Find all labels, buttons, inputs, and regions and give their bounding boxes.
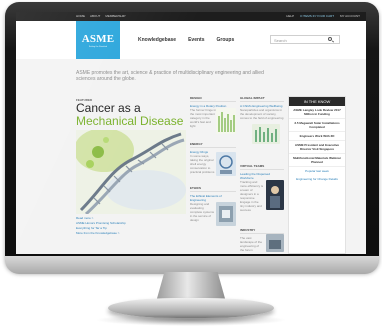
- feature-links: Read more > ASME Honors Promising Schola…: [76, 216, 186, 236]
- feature-more-link[interactable]: More from the Knowledgebase >: [76, 231, 186, 236]
- in-the-know-item[interactable]: 3.5 Megawatt Solar Installations Complet…: [289, 119, 345, 132]
- global-text: Nanoparticles and organisms in the devel…: [240, 108, 284, 120]
- monitor-mockup: Home About Membership Help 0 items in yo…: [0, 0, 382, 335]
- help-link[interactable]: Help: [286, 14, 294, 18]
- energy-text: In some ways, taking the original shell …: [190, 154, 215, 174]
- in-the-know-heading: In the Know: [289, 97, 345, 106]
- global-thumbnail[interactable]: [252, 124, 280, 144]
- feature-title-line2: Mechanical Disease: [76, 114, 184, 128]
- site-header: ASME Setting the Standard Knowledgebase …: [16, 21, 366, 59]
- ethics-heading: Ethics: [190, 186, 236, 192]
- popular-last-week-link[interactable]: Popular last week: [289, 167, 345, 175]
- dna-helix-illustration[interactable]: [76, 130, 186, 214]
- ethics-text: Designing and evaluating complete system…: [190, 202, 215, 222]
- design-text: The former hinge in the most important c…: [190, 108, 217, 128]
- top-links: Help 0 items in your cart My Account: [286, 14, 360, 18]
- column-global-impact: Global Impact A Child's Engineering Well…: [240, 96, 284, 120]
- nav-knowledgebase[interactable]: Knowledgebase: [138, 37, 176, 43]
- search-icon[interactable]: [328, 37, 332, 41]
- in-the-know-item[interactable]: Multifunctional Materials Webinar Planne…: [289, 154, 345, 167]
- cart-link[interactable]: 0 items in your cart: [300, 14, 334, 18]
- site-tagline: ASME promotes the art, science & practic…: [76, 70, 264, 82]
- virtual-link[interactable]: Leading the Dispersed Workforce: [240, 172, 284, 180]
- virtual-thumbnail[interactable]: [266, 180, 284, 210]
- energy-heading: Energy: [190, 142, 236, 148]
- logo-wordmark: ASME: [81, 32, 115, 45]
- in-the-know-item[interactable]: Engineers Work With 3D: [289, 132, 345, 141]
- top-nav-membership[interactable]: Membership: [105, 14, 125, 18]
- design-thumbnail[interactable]: [216, 108, 236, 134]
- virtual-text: Tracking and more efficiency is a team o…: [240, 180, 264, 212]
- website-screen: Home About Membership Help 0 items in yo…: [16, 12, 366, 254]
- global-heading: Global Impact: [240, 96, 284, 102]
- in-the-know-item[interactable]: ASME President and Executive Director Vi…: [289, 141, 345, 154]
- logo-subtitle: Setting the Standard: [88, 45, 108, 48]
- design-heading: Design: [190, 96, 236, 102]
- in-the-know-panel: In the Know ASME Langley Look Review 201…: [288, 96, 346, 254]
- popular-sub-link[interactable]: Engineering for Change Details: [289, 175, 345, 183]
- main-nav: Knowledgebase Events Groups: [138, 37, 234, 43]
- top-nav-home[interactable]: Home: [76, 14, 85, 18]
- top-nav: Home About Membership: [76, 14, 126, 18]
- nav-groups[interactable]: Groups: [216, 37, 234, 43]
- ethics-link[interactable]: The Ethical Elements of Engineering: [190, 194, 236, 202]
- energy-thumbnail[interactable]: [216, 152, 236, 176]
- virtual-heading: Virtual Teams: [240, 164, 284, 170]
- ethics-thumbnail[interactable]: [216, 202, 236, 226]
- top-utility-bar: Home About Membership Help 0 items in yo…: [16, 12, 366, 21]
- my-account-link[interactable]: My Account: [340, 14, 360, 18]
- nav-events[interactable]: Events: [188, 37, 204, 43]
- in-the-know-item[interactable]: ASME Langley Look Review 2017 Million in…: [289, 106, 345, 119]
- industry-thumbnail[interactable]: [266, 234, 284, 252]
- monitor-chin: [5, 256, 379, 274]
- feature-title[interactable]: Cancer as a Mechanical Disease: [76, 102, 196, 128]
- stand-shadow: [95, 314, 287, 326]
- feature-title-line1: Cancer as a: [76, 101, 141, 115]
- top-nav-about[interactable]: About: [90, 14, 100, 18]
- asme-logo[interactable]: ASME Setting the Standard: [76, 21, 120, 59]
- industry-text: The vast landscape of the engineering of…: [240, 236, 263, 252]
